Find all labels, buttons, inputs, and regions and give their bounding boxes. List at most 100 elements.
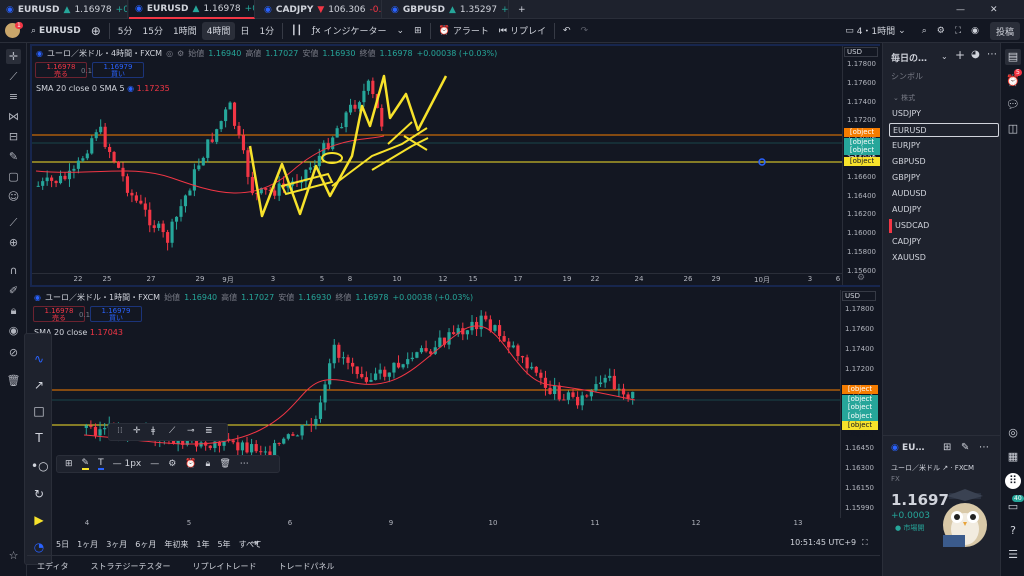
- range-0[interactable]: 5日: [56, 539, 69, 550]
- magnet-tool[interactable]: ∩: [6, 263, 21, 278]
- sell-button[interactable]: 1.16978 売る: [35, 62, 87, 78]
- more-icon[interactable]: ⋯: [240, 459, 249, 469]
- tab-2[interactable]: ◉CADJPY▼106.306-0.5…×: [258, 0, 382, 19]
- icon-tool[interactable]: ☺: [6, 189, 21, 204]
- line-style-icon[interactable]: —: [150, 459, 159, 469]
- watchlist-item[interactable]: EURJPY: [889, 139, 999, 153]
- replay-button[interactable]: ⏮ リプレイ: [494, 22, 551, 40]
- time-axis-1h[interactable]: 4 5 6 9 10 11 12 13: [30, 518, 840, 530]
- chart-pane-4h[interactable]: ◉ ユーロ／米ドル・4時間・FXCM ◎ ⚙ 始値 1.16940 高値 1.170…: [30, 44, 880, 287]
- gear-icon[interactable]: ⚙: [177, 49, 184, 58]
- buy-button[interactable]: 1.16979 買い: [90, 306, 142, 322]
- timeframe-1[interactable]: 15分: [138, 22, 168, 40]
- curve-tool[interactable]: ∿: [31, 351, 47, 367]
- fullscreen-icon[interactable]: ⛶: [862, 538, 868, 548]
- layouts-button[interactable]: ⊞: [409, 22, 427, 40]
- line-width-button[interactable]: — 1px: [113, 459, 142, 469]
- sma-legend[interactable]: SMA 20 close 0 SMA 5 ◉ 1.17235: [36, 84, 170, 93]
- range-1[interactable]: 1ヶ月: [77, 539, 98, 550]
- axis-settings-icon[interactable]: ⚙: [842, 273, 880, 285]
- grid-icon[interactable]: ⊞: [943, 442, 951, 453]
- drag-handle-icon[interactable]: ⁞⁞: [117, 426, 123, 436]
- indicators-button[interactable]: ƒx インジケーター: [307, 22, 392, 40]
- trendline-icon[interactable]: ⟋: [169, 426, 175, 436]
- search-button[interactable]: ⌕: [917, 22, 932, 40]
- help-icon[interactable]: ?: [1005, 523, 1021, 539]
- lock-tool[interactable]: 🔒︎: [6, 303, 21, 318]
- stay-drawing-tool[interactable]: ✐: [6, 283, 21, 298]
- chart-canvas-1h[interactable]: [30, 290, 840, 518]
- sell-button[interactable]: 1.16978 売る: [33, 306, 85, 322]
- buy-button[interactable]: 1.16979 買い: [92, 62, 144, 78]
- order-qty[interactable]: 0.1: [81, 67, 92, 75]
- pattern-tool[interactable]: ⋈: [6, 109, 21, 124]
- footer-tab-0[interactable]: エディタ: [37, 561, 68, 572]
- range-5[interactable]: 1年: [196, 539, 209, 550]
- alert-button[interactable]: ⏰ アラート: [434, 22, 494, 40]
- play-tool[interactable]: ▶: [31, 512, 47, 528]
- chart-type-button[interactable]: ┃┃: [286, 22, 307, 40]
- vertical-line-icon[interactable]: ǂ: [151, 426, 155, 436]
- template-icon[interactable]: ⊞: [65, 459, 73, 469]
- goto-date-icon[interactable]: ⇥: [250, 538, 258, 549]
- timeframe-2[interactable]: 1時間: [168, 22, 202, 40]
- watchlist-item[interactable]: CADJPY: [889, 235, 999, 249]
- watchlist-item[interactable]: AUDUSD: [889, 187, 999, 201]
- reset-tool[interactable]: ↻: [31, 486, 47, 502]
- screenshot-button[interactable]: ◉: [966, 22, 984, 40]
- menu-icon[interactable]: ☰: [1005, 547, 1021, 563]
- add-symbol-icon[interactable]: +: [955, 48, 965, 62]
- target-icon[interactable]: ◎: [1005, 425, 1021, 441]
- group-header[interactable]: ⌄ 株式: [893, 93, 915, 103]
- chevron-down-icon[interactable]: ⌄: [941, 52, 948, 61]
- calendar-icon[interactable]: ▦: [1005, 449, 1021, 465]
- layout-selector[interactable]: ▭ 4・1時間 ⌄: [840, 22, 911, 40]
- zoom-tool[interactable]: ⊕: [6, 235, 21, 250]
- fib-tool[interactable]: ≡: [6, 89, 21, 104]
- publish-button[interactable]: 投稿: [989, 22, 1020, 40]
- undo-button[interactable]: ↶: [558, 22, 576, 40]
- new-tab-button[interactable]: +: [512, 0, 532, 19]
- watchlist-item[interactable]: USDCAD: [889, 219, 999, 233]
- indicator-templates-button[interactable]: ⌄: [392, 22, 410, 40]
- forecast-tool[interactable]: ⊟: [6, 129, 21, 144]
- fib-icon[interactable]: ≣: [205, 426, 213, 436]
- watchlist-item[interactable]: EURUSD: [889, 123, 999, 137]
- watchlist-icon[interactable]: ▤: [1005, 49, 1021, 65]
- timeframe-5[interactable]: 1分: [254, 22, 279, 40]
- window-close-icon[interactable]: ✕: [984, 0, 1004, 19]
- watchlist-item[interactable]: USDJPY: [889, 107, 999, 121]
- tab-1[interactable]: ◉EURUSD▲1.16978+0.0…×: [129, 0, 255, 19]
- settings-button[interactable]: ⚙: [932, 22, 950, 40]
- redo-button[interactable]: ↷: [576, 22, 594, 40]
- external-link-icon[interactable]: ↗: [942, 464, 948, 472]
- range-3[interactable]: 6ヶ月: [135, 539, 156, 550]
- ruler-tool[interactable]: ⟋: [6, 215, 21, 230]
- tab-3[interactable]: ◉GBPUSD▲1.35297+0.0…×: [385, 0, 509, 19]
- chart-canvas-4h[interactable]: [32, 46, 842, 285]
- price-axis-4h[interactable]: USD 1.178001.176001.174001.172001.170001…: [842, 46, 880, 285]
- hide-tool[interactable]: ◉: [6, 323, 21, 338]
- watchlist-title[interactable]: 毎日の…: [891, 51, 927, 64]
- text-tool[interactable]: ▢: [6, 169, 21, 184]
- link-tool[interactable]: ⊘: [6, 345, 21, 360]
- arrow-tool[interactable]: ↗: [31, 377, 47, 393]
- timeframe-4[interactable]: 日: [235, 22, 254, 40]
- timeframe-0[interactable]: 5分: [113, 22, 138, 40]
- time-axis-4h[interactable]: 22 25 27 29 9月 3 5 8 10 12 15 17 19 22 24 26 29 10月 3 6: [32, 273, 842, 285]
- apps-icon[interactable]: ⠿: [1005, 473, 1021, 489]
- detail-symbol[interactable]: ◉ EU…: [891, 443, 924, 453]
- more-icon[interactable]: ⋯: [987, 49, 997, 60]
- window-minimize-icon[interactable]: —: [950, 0, 971, 19]
- footer-tab-1[interactable]: ストラテジーテスター: [90, 561, 170, 572]
- trash-tool[interactable]: 🗑︎: [6, 373, 21, 388]
- chart-pane-1h[interactable]: ◉ ユーロ／米ドル・1時間・FXCM 始値 1.16940 高値 1.17027 安…: [30, 290, 880, 527]
- text-tool[interactable]: T: [31, 430, 47, 446]
- ideas-icon[interactable]: ◫: [1005, 121, 1021, 137]
- crosshair-tool[interactable]: ✛: [6, 49, 21, 64]
- pencil-color-icon[interactable]: ✎: [81, 458, 90, 470]
- chat-icon[interactable]: 💬︎: [1005, 97, 1021, 113]
- currency-selector[interactable]: USD: [844, 47, 878, 57]
- watchlist-item[interactable]: AUDJPY: [889, 203, 999, 217]
- watchlist-item[interactable]: XAUUSD: [889, 251, 999, 265]
